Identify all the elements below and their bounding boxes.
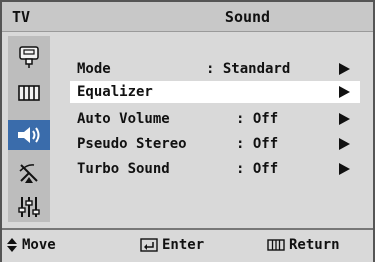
tv-menu-window: TV Sound Mode: Standard Equalizer Auto … (0, 0, 375, 262)
picture-icon (18, 85, 40, 101)
sidebar-item-setup[interactable] (8, 192, 50, 222)
hint-enter: Enter (140, 237, 204, 253)
menu-item-value: : Off (236, 136, 279, 152)
menu-item-pseudo-stereo[interactable]: Pseudo Stereo : Off (60, 133, 360, 155)
menu-item-value: : Standard (206, 61, 291, 77)
move-label: Move (22, 237, 56, 253)
hint-return: Return (267, 237, 340, 253)
input-icon (19, 46, 39, 68)
sidebar-item-input[interactable] (8, 42, 50, 72)
category-sidebar (8, 36, 50, 222)
up-down-arrow-icon (7, 238, 17, 252)
menu-title: Sound (224, 8, 271, 26)
menu-icon (267, 239, 285, 251)
sidebar-item-channel[interactable] (8, 158, 50, 188)
hint-move: Move (6, 237, 56, 253)
navigation-hints: Move Enter Return (2, 228, 373, 262)
sound-menu-list: Mode : Standard Equalizer Auto Volume : … (60, 46, 368, 192)
sidebar-item-sound[interactable] (8, 120, 50, 150)
menu-item-turbo-sound[interactable]: Turbo Sound : Off (60, 158, 360, 180)
antenna-icon (19, 164, 38, 183)
speaker-icon (18, 127, 40, 143)
sidebar-item-picture[interactable] (8, 78, 50, 108)
arrow-right-icon (339, 113, 350, 125)
menu-item-label: Equalizer (77, 84, 153, 100)
menu-item-label: Mode (77, 61, 111, 77)
menu-item-label: Turbo Sound (77, 161, 170, 177)
menu-item-equalizer[interactable]: Equalizer (70, 81, 360, 103)
menu-item-value: : Off (236, 161, 279, 177)
enter-label: Enter (162, 237, 205, 253)
enter-icon (140, 238, 158, 252)
arrow-right-icon (339, 86, 350, 98)
arrow-right-icon (339, 138, 350, 150)
menu-item-label: Pseudo Stereo (77, 136, 187, 152)
menu-item-auto-volume[interactable]: Auto Volume : Off (60, 108, 360, 130)
arrow-right-icon (339, 63, 350, 75)
menu-item-label: Auto Volume (77, 111, 170, 127)
menu-header: TV Sound (2, 2, 373, 32)
arrow-right-icon (339, 163, 350, 175)
menu-item-mode[interactable]: Mode : Standard (60, 58, 360, 80)
return-label: Return (289, 237, 340, 253)
menu-item-value: : Off (236, 111, 279, 127)
setup-icon (18, 197, 40, 217)
